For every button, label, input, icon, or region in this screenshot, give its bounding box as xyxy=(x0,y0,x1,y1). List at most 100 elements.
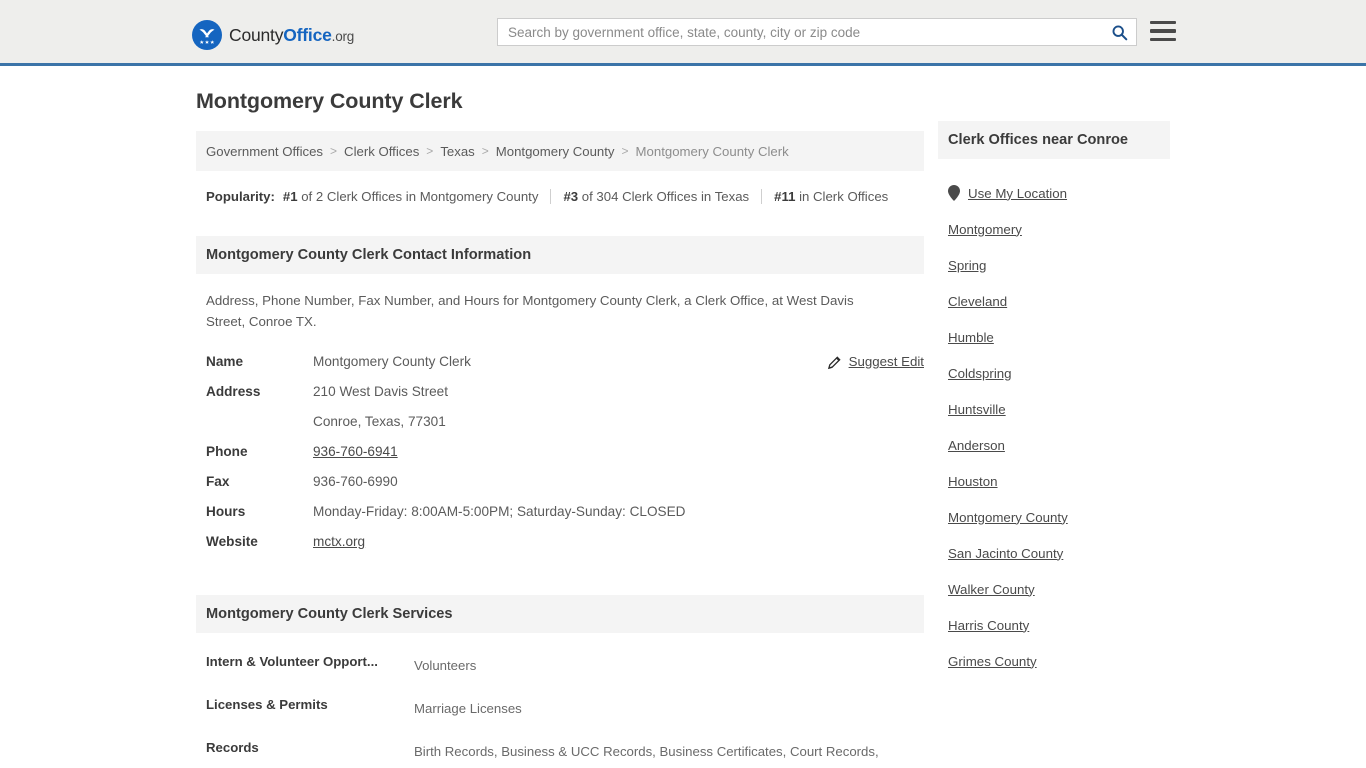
sidebar-item-link[interactable]: Harris County xyxy=(948,618,1029,633)
contact-row: Address 210 West Davis Street xyxy=(206,377,914,407)
hamburger-bar xyxy=(1150,29,1176,33)
sidebar-item-link[interactable]: Grimes County xyxy=(948,654,1037,669)
contact-description: Address, Phone Number, Fax Number, and H… xyxy=(206,293,854,329)
contact-row: Hours Monday-Friday: 8:00AM-5:00PM; Satur… xyxy=(206,497,914,527)
hamburger-bar xyxy=(1150,20,1176,25)
sidebar-item-link[interactable]: Cleveland xyxy=(948,294,1007,309)
popularity-rank: #3 xyxy=(563,189,579,204)
popularity-item: #11 in Clerk Offices xyxy=(774,189,889,204)
sidebar-item[interactable]: Grimes County xyxy=(948,643,1178,679)
services-row-value: Volunteers xyxy=(414,658,477,673)
sidebar-item-link[interactable]: Humble xyxy=(948,330,994,345)
logo-text-office: Office xyxy=(283,24,332,45)
services-table: Intern & Volunteer Opport... Volunteers Li… xyxy=(196,651,924,768)
contact-row-value: 210 West Davis Street xyxy=(313,384,448,399)
breadcrumb-current: Montgomery County Clerk xyxy=(635,143,789,159)
contact-section-header: Montgomery County Clerk Contact Informat… xyxy=(196,236,924,274)
popularity-rank: #11 xyxy=(774,189,796,204)
sidebar-item[interactable]: Coldspring xyxy=(948,355,1178,391)
sidebar-item[interactable]: Montgomery County xyxy=(948,499,1178,535)
contact-row: Website mctx.org xyxy=(206,527,914,557)
services-row: Licenses & Permits Marriage Licenses xyxy=(206,694,914,724)
contact-row-value: Montgomery County Clerk xyxy=(313,354,471,369)
popularity-rank: #1 xyxy=(282,189,298,204)
sidebar-item[interactable]: Humble xyxy=(948,319,1178,355)
sidebar-item[interactable]: Huntsville xyxy=(948,391,1178,427)
contact-row-link[interactable]: mctx.org xyxy=(313,534,365,549)
contact-row-label: Phone xyxy=(206,444,248,459)
hamburger-menu-icon[interactable] xyxy=(1150,18,1176,44)
contact-row: Phone 936-760-6941 xyxy=(206,437,914,467)
services-row-value: Birth Records, Business & UCC Records, B… xyxy=(414,744,879,759)
contact-row: Fax 936-760-6990 xyxy=(206,467,914,497)
services-row-label: Intern & Volunteer Opport... xyxy=(206,654,378,669)
sidebar-item[interactable]: Walker County xyxy=(948,571,1178,607)
popularity-label: Popularity: xyxy=(206,189,275,204)
site-logo[interactable]: CountyOffice.org xyxy=(192,20,354,50)
sidebar-item-link[interactable]: Houston xyxy=(948,474,998,489)
page-title: Montgomery County Clerk xyxy=(196,89,463,113)
services-row-value: Marriage Licenses xyxy=(414,701,522,716)
contact-row-value[interactable]: 936-760-6941 xyxy=(313,437,398,467)
sidebar-header: Clerk Offices near Conroe xyxy=(938,121,1170,159)
breadcrumb-link[interactable]: Clerk Offices xyxy=(344,144,419,159)
logo-text-org: .org xyxy=(331,28,355,44)
sidebar-item-use-my-location[interactable]: Use My Location xyxy=(948,175,1178,211)
sidebar-item[interactable]: Harris County xyxy=(948,607,1178,643)
sidebar-list: Use My Location Montgomery Spring Clevelan… xyxy=(938,175,1178,679)
main-content: Montgomery County Clerk Government Offic… xyxy=(196,66,924,768)
breadcrumb-link[interactable]: Texas xyxy=(440,144,474,159)
edit-pencil-icon xyxy=(827,355,841,369)
page-body: Montgomery County Clerk Government Offic… xyxy=(0,66,1366,768)
services-section-header: Montgomery County Clerk Services xyxy=(196,595,924,633)
popularity-separator xyxy=(550,189,552,204)
sidebar-item-link[interactable]: Spring xyxy=(948,258,986,273)
site-logo-text: CountyOffice.org xyxy=(229,25,354,46)
sidebar-item[interactable]: Cleveland xyxy=(948,283,1178,319)
site-header: CountyOffice.org xyxy=(0,0,1366,66)
contact-table: Suggest Edit Name Montgomery County Clerk… xyxy=(196,347,924,557)
breadcrumb-link[interactable]: Montgomery County xyxy=(496,144,615,159)
sidebar-item-link[interactable]: Anderson xyxy=(948,438,1005,453)
sidebar-item-link[interactable]: Huntsville xyxy=(948,402,1006,417)
sidebar-item[interactable]: Anderson xyxy=(948,427,1178,463)
sidebar-item[interactable]: Spring xyxy=(948,247,1178,283)
breadcrumb-separator: > xyxy=(621,144,629,158)
contact-row-link[interactable]: 936-760-6941 xyxy=(313,444,398,459)
hamburger-bar xyxy=(1150,37,1176,42)
sidebar-item-link[interactable]: Montgomery xyxy=(948,222,1022,237)
suggest-edit-button[interactable]: Suggest Edit xyxy=(827,347,924,377)
contact-row-label: Hours xyxy=(206,504,246,519)
breadcrumb: Government Offices > Clerk Offices > Texas > M… xyxy=(196,131,924,171)
search-box[interactable] xyxy=(497,18,1137,46)
services-row: Intern & Volunteer Opport... Volunteers xyxy=(206,651,914,681)
search-input[interactable] xyxy=(498,19,1102,45)
logo-text-county: County xyxy=(229,24,284,45)
services-row-label: Licenses & Permits xyxy=(206,697,328,712)
breadcrumb-link[interactable]: Government Offices xyxy=(206,144,323,159)
services-row-label: Records xyxy=(206,740,259,755)
contact-row: Name Montgomery County Clerk xyxy=(206,347,914,377)
map-pin-icon xyxy=(948,185,960,201)
breadcrumb-separator: > xyxy=(426,144,434,158)
contact-row-value[interactable]: mctx.org xyxy=(313,527,365,557)
popularity-item: #3 of 304 Clerk Offices in Texas xyxy=(563,189,750,204)
sidebar-item-link[interactable]: Montgomery County xyxy=(948,510,1068,525)
popularity-separator xyxy=(761,189,763,204)
sidebar-item[interactable]: Montgomery xyxy=(948,211,1178,247)
countyoffice-eagle-logo-icon xyxy=(192,20,222,50)
sidebar: Clerk Offices near Conroe Use My Locatio… xyxy=(938,121,1178,679)
sidebar-item[interactable]: Houston xyxy=(948,463,1178,499)
use-my-location-link[interactable]: Use My Location xyxy=(968,186,1067,201)
sidebar-item-link[interactable]: Coldspring xyxy=(948,366,1012,381)
breadcrumb-separator: > xyxy=(330,144,338,158)
contact-row-value: 936-760-6990 xyxy=(313,474,398,489)
sidebar-item-link[interactable]: San Jacinto County xyxy=(948,546,1063,561)
contact-row-label: Name xyxy=(206,354,244,369)
popularity-block: Popularity: #1 of 2 Clerk Offices in Mont… xyxy=(196,185,924,208)
contact-row-value: Monday-Friday: 8:00AM-5:00PM; Saturday-S… xyxy=(313,504,686,519)
sidebar-item-link[interactable]: Walker County xyxy=(948,582,1035,597)
sidebar-item[interactable]: San Jacinto County xyxy=(948,535,1178,571)
breadcrumb-separator: > xyxy=(481,144,489,158)
search-button[interactable] xyxy=(1102,19,1136,45)
